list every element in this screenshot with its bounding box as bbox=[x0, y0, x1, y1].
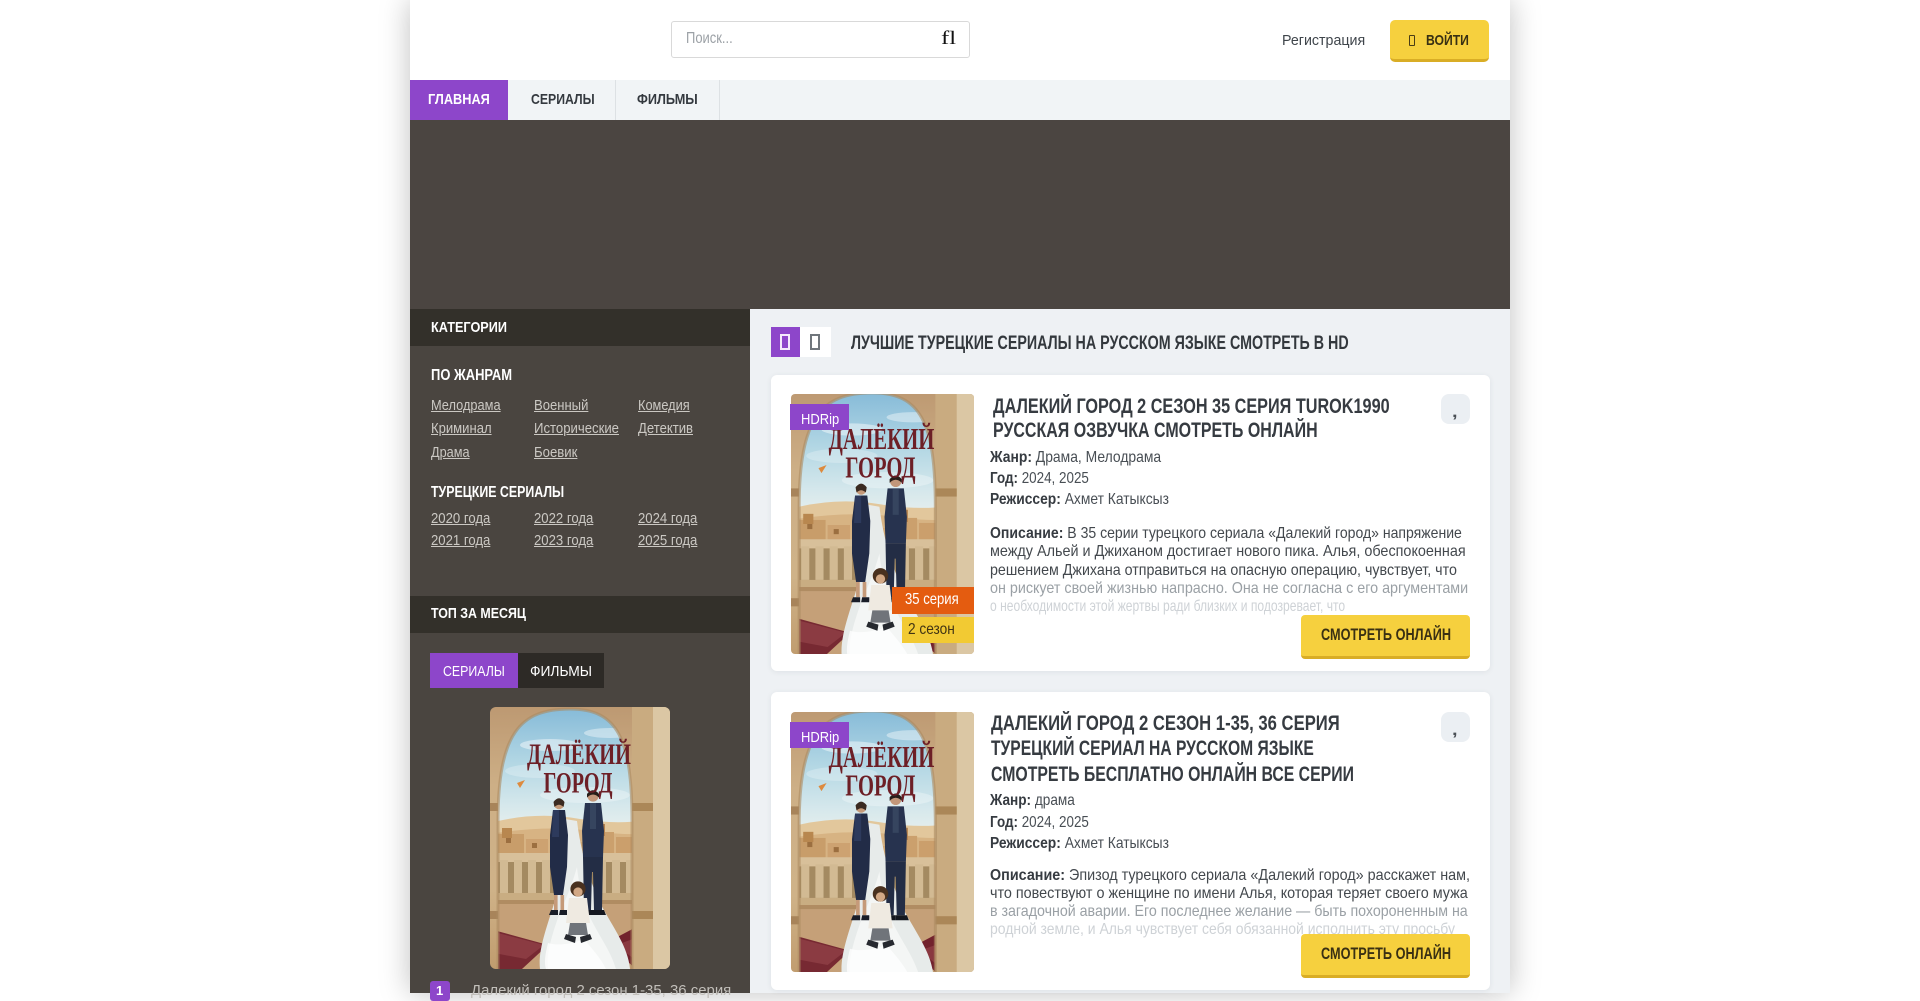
svg-text:ГОРОД: ГОРОД bbox=[845, 451, 915, 485]
svg-text:ГОРОД: ГОРОД bbox=[845, 769, 915, 803]
svg-text:ГОРОД: ГОРОД bbox=[544, 766, 613, 799]
